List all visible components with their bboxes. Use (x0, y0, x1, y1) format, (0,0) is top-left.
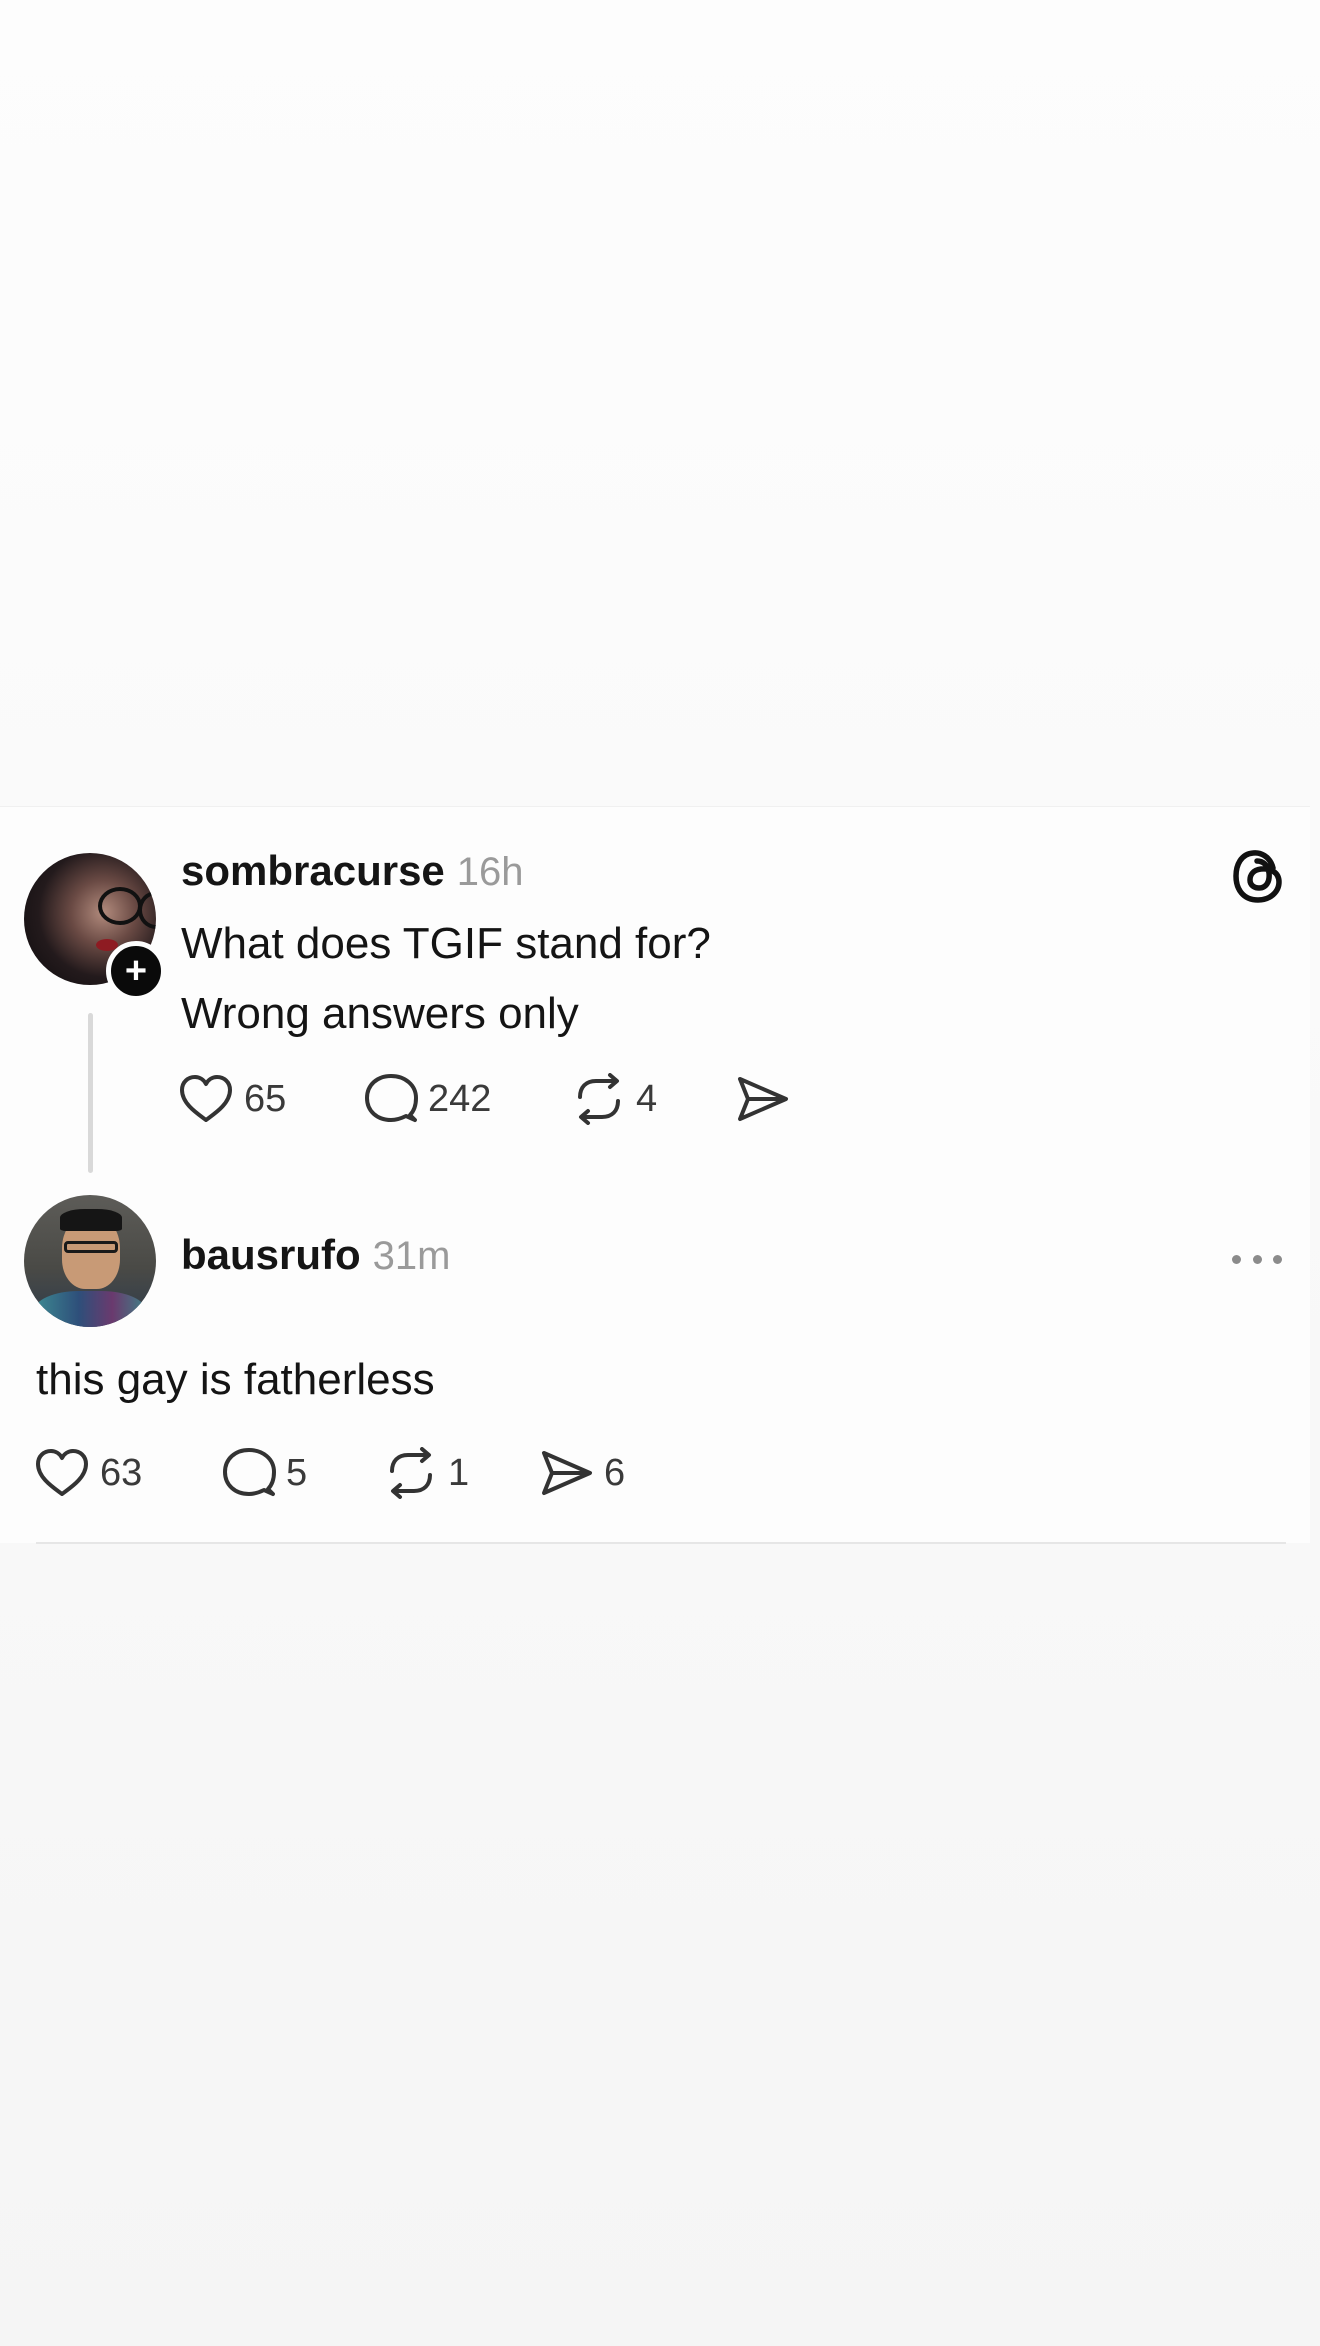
comment-icon (223, 1448, 276, 1496)
repost-icon (390, 1447, 432, 1499)
repost-count: 1 (448, 1451, 470, 1494)
repost-icon (578, 1073, 620, 1125)
share-count: 6 (604, 1451, 626, 1494)
share-icon (542, 1451, 592, 1495)
avatar-detail (60, 1209, 122, 1231)
threads-logo-icon (1233, 850, 1282, 903)
more-dot (1252, 1254, 1262, 1264)
like-count: 65 (244, 1077, 287, 1120)
repost-button[interactable]: 4 (572, 1073, 736, 1125)
comment-icon (365, 1074, 418, 1122)
more-dot (1232, 1254, 1241, 1264)
share-button[interactable] (736, 1075, 790, 1123)
repost-button[interactable]: 1 (384, 1447, 540, 1499)
post-header: bausrufo 31m (181, 1231, 450, 1279)
timestamp: 31m (372, 1234, 451, 1278)
like-button[interactable]: 63 (34, 1448, 222, 1498)
reply-text: this gay is fatherless (36, 1355, 435, 1404)
follow-plus-button[interactable]: + (106, 941, 166, 1001)
repost-count: 4 (636, 1077, 658, 1120)
share-button[interactable]: 6 (540, 1449, 625, 1497)
divider (36, 1542, 1286, 1544)
timestamp: 16h (456, 850, 524, 894)
avatar-detail (138, 891, 156, 929)
avatar-bausrufo[interactable] (24, 1195, 156, 1327)
more-dot (1273, 1254, 1282, 1264)
heart-icon (180, 1075, 232, 1122)
more-options-icon[interactable] (1232, 1249, 1282, 1269)
comment-button[interactable]: 5 (222, 1447, 384, 1499)
post-header: sombracurse 16h (181, 847, 524, 895)
post-actions: 65 242 4 (178, 1073, 790, 1125)
heart-icon (36, 1449, 88, 1496)
username[interactable]: sombracurse (181, 847, 445, 895)
thread-connector-line (88, 1013, 93, 1173)
avatar-detail (34, 1291, 146, 1327)
thread-card: + sombracurse 16h What does TGIF stand f… (0, 806, 1310, 1544)
post-text-line: What does TGIF stand for? (181, 919, 711, 968)
avatar-detail (98, 887, 142, 925)
like-count: 63 (100, 1451, 143, 1494)
like-button[interactable]: 65 (178, 1074, 364, 1124)
comment-count: 5 (286, 1451, 308, 1494)
username[interactable]: bausrufo (181, 1231, 361, 1279)
comment-count: 242 (428, 1077, 492, 1120)
avatar-detail (64, 1241, 118, 1253)
share-icon (738, 1077, 788, 1121)
comment-button[interactable]: 242 (364, 1073, 572, 1125)
post-text-line: Wrong answers only (181, 989, 579, 1038)
reply-actions: 63 5 1 6 (34, 1447, 625, 1499)
